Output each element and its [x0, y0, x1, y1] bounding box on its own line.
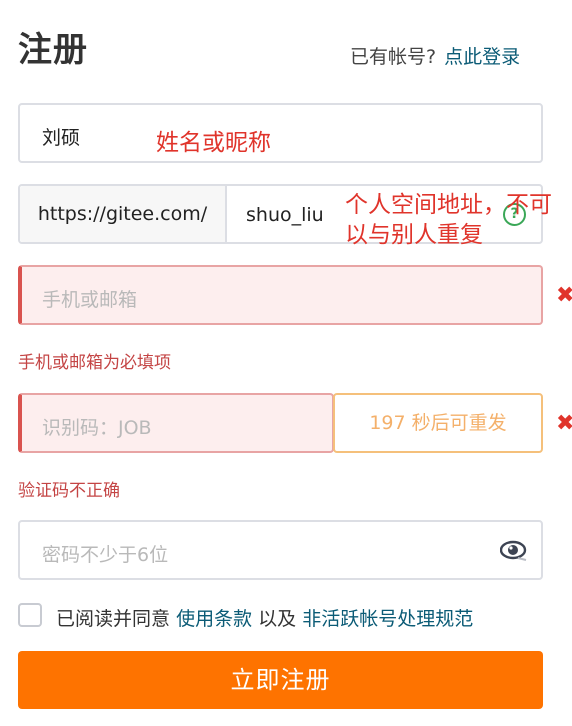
- verification-code-field[interactable]: 识别码：JOB: [18, 393, 334, 453]
- terms-link[interactable]: 使用条款: [176, 608, 252, 630]
- agree-text: 已阅读并同意: [56, 608, 171, 630]
- name-value: 刘硕: [42, 127, 81, 149]
- agree-checkbox[interactable]: [18, 603, 42, 627]
- resend-code-button[interactable]: 197 秒后可重发: [333, 393, 543, 453]
- policy-link[interactable]: 非活跃帐号处理规范: [302, 608, 473, 630]
- login-prompt: 已有帐号? 点此登录: [350, 42, 520, 69]
- phone-email-placeholder: 手机或邮箱: [42, 289, 138, 311]
- error-icon: ✖: [556, 283, 572, 308]
- page-title: 注册: [18, 30, 88, 70]
- code-error-message: 验证码不正确: [18, 481, 120, 501]
- url-value: shuo_liu: [246, 204, 324, 226]
- error-icon: ✖: [556, 411, 572, 436]
- password-placeholder: 密码不少于6位: [42, 544, 169, 566]
- register-button[interactable]: 立即注册: [18, 651, 543, 709]
- url-prefix: https://gitee.com/: [20, 186, 227, 242]
- name-field[interactable]: 刘硕: [18, 103, 543, 163]
- name-annotation: 姓名或昵称: [156, 130, 271, 156]
- login-link[interactable]: 点此登录: [444, 46, 520, 68]
- code-placeholder: 识别码：JOB: [42, 417, 152, 439]
- have-account-text: 已有帐号?: [350, 46, 437, 68]
- eye-icon[interactable]: [500, 538, 528, 562]
- phone-error-message: 手机或邮箱为必填项: [18, 353, 171, 373]
- password-field[interactable]: 密码不少于6位: [18, 520, 543, 580]
- phone-email-field[interactable]: 手机或邮箱: [18, 265, 543, 325]
- and-text: 以及: [258, 608, 297, 630]
- url-annotation: 个人空间地址，不可以与别人重复: [345, 192, 552, 248]
- agreement-line: 已阅读并同意 使用条款 以及 非活跃帐号处理规范: [56, 604, 473, 631]
